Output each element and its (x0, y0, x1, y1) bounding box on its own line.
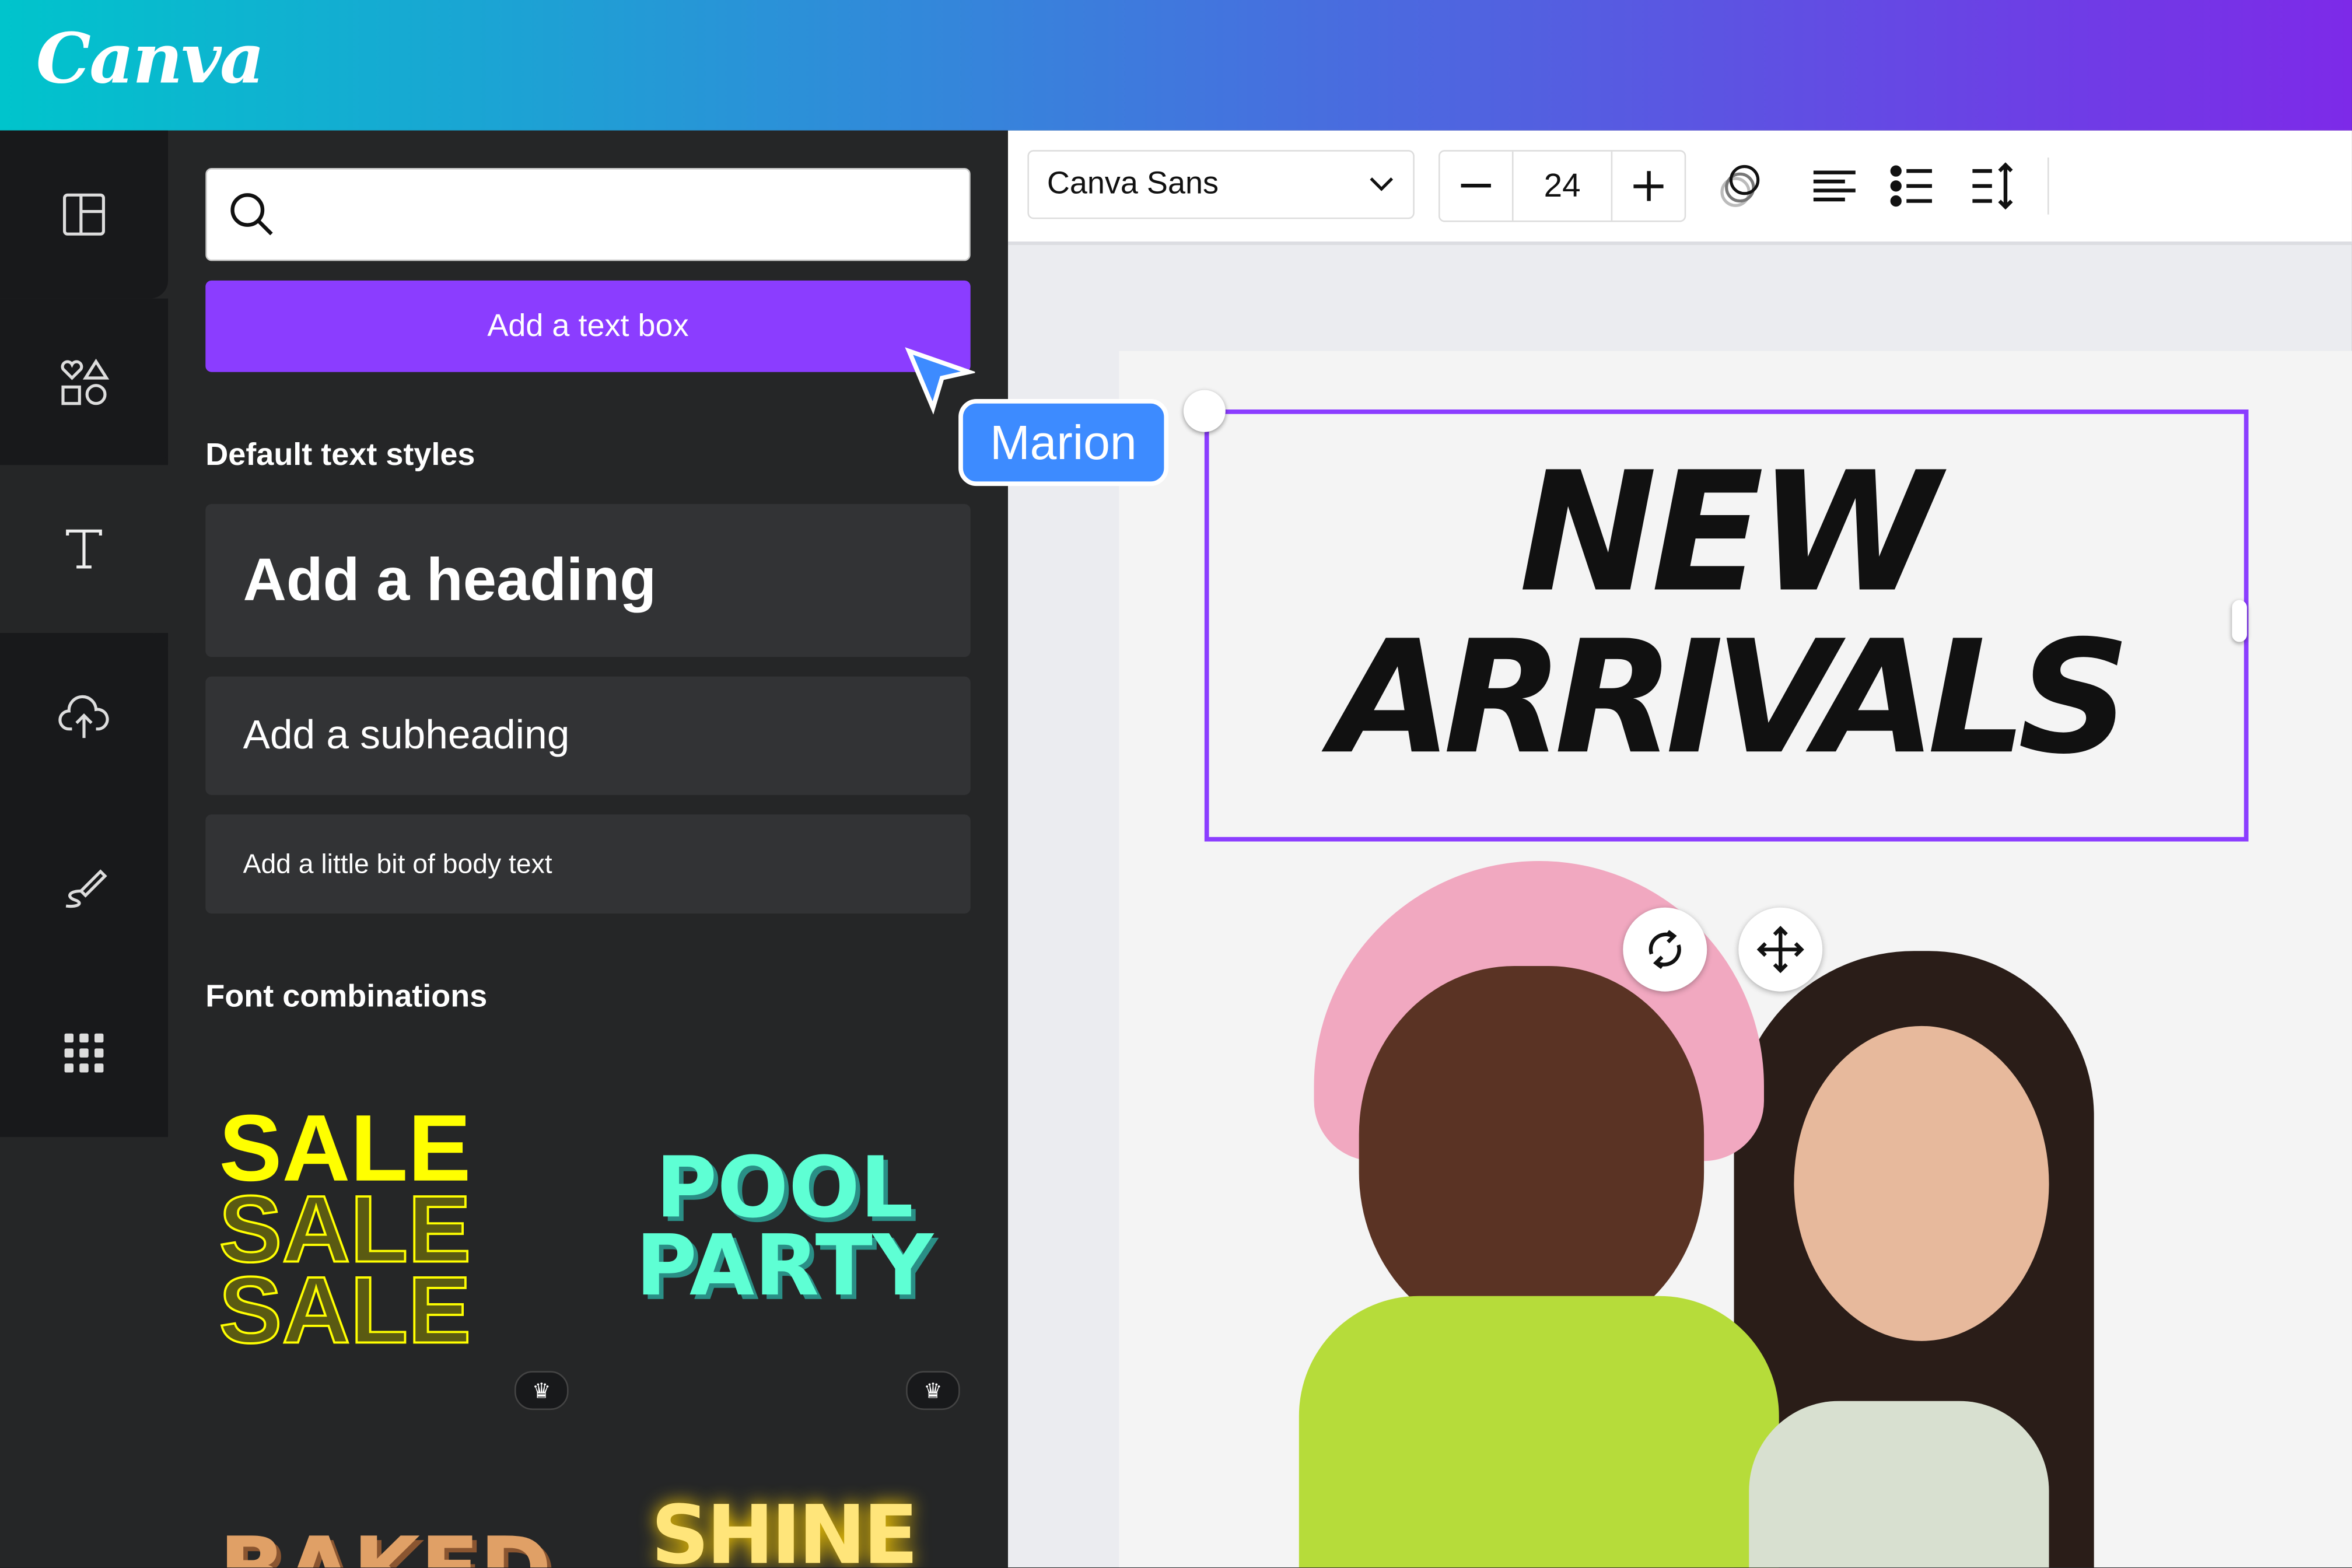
text-panel: Add a text box Default text styles Add a… (167, 130, 1008, 1568)
apps-grid-icon (64, 1033, 104, 1073)
align-left-icon[interactable] (1809, 160, 1860, 211)
canva-logo[interactable]: Canva (36, 18, 265, 99)
search-input[interactable] (205, 167, 971, 261)
text-icon (66, 529, 102, 569)
rail-item-apps[interactable] (0, 969, 168, 1138)
font-combinations-heading: Font combinations (205, 979, 488, 1014)
add-subheading-button[interactable]: Add a subheading (205, 676, 971, 795)
upload-cloud-icon (58, 695, 109, 738)
font-family-dropdown[interactable]: Canva Sans (1027, 150, 1415, 219)
photo-people[interactable] (1298, 860, 2139, 1568)
layout-icon (62, 193, 105, 236)
photo-man-face (1359, 965, 1704, 1341)
rotate-icon (1648, 930, 1681, 970)
resize-handle-top-left[interactable] (1183, 390, 1226, 432)
draw-icon (65, 869, 107, 908)
line-spacing-icon[interactable] (1968, 160, 2019, 211)
font-size-stepper: 24 (1438, 150, 1686, 222)
photo-woman-shirt (1749, 1401, 2049, 1568)
font-combo-baked[interactable]: BAKED (219, 1518, 551, 1567)
plus-icon (1633, 171, 1664, 201)
rail-item-elements[interactable] (0, 298, 168, 467)
headline-line-2: ARRIVALS (1331, 606, 2130, 789)
add-body-text-button[interactable]: Add a little bit of body text (205, 814, 971, 914)
premium-crown-icon: ♛ (514, 1371, 569, 1410)
elements-icon (61, 358, 110, 405)
font-combo-shine[interactable]: SHINE (651, 1488, 918, 1567)
headline-line-1: NEW (1519, 436, 1940, 629)
collaborator-name-tag: Marion (958, 398, 1168, 487)
font-combo-sale[interactable]: SALE SALE SALE (218, 1102, 573, 1364)
increase-font-size-button[interactable] (1612, 152, 1684, 220)
top-bar: Canva (0, 0, 2352, 131)
add-text-box-button[interactable]: Add a text box (205, 280, 971, 372)
text-color-icon[interactable] (1716, 160, 1767, 211)
premium-crown-icon: ♛ (906, 1371, 960, 1410)
rail-item-design[interactable] (0, 130, 168, 299)
rail-item-draw[interactable] (0, 801, 168, 970)
toolbar-divider (2047, 157, 2049, 215)
minus-icon (1461, 183, 1491, 188)
font-family-value: Canva Sans (1046, 166, 1219, 201)
move-icon (1756, 926, 1804, 974)
search-icon (230, 193, 273, 236)
chevron-down-icon (1370, 177, 1394, 191)
default-text-styles-heading: Default text styles (205, 438, 475, 473)
bulleted-list-icon[interactable] (1888, 160, 1939, 211)
photo-man-shirt (1298, 1296, 1779, 1568)
search-field[interactable] (290, 184, 942, 245)
move-button[interactable] (1738, 907, 1823, 992)
text-toolbar: Canva Sans 24 (1007, 130, 2352, 245)
rail-item-uploads[interactable] (0, 633, 168, 802)
photo-woman-face (1794, 1026, 2049, 1341)
font-combo-pool-party[interactable]: POOL PARTY (612, 1140, 957, 1316)
font-size-input[interactable]: 24 (1514, 151, 1613, 220)
rotate-button[interactable] (1623, 907, 1707, 992)
headline-text[interactable]: NEW ARRIVALS (1205, 450, 2249, 780)
decrease-font-size-button[interactable] (1440, 151, 1514, 220)
add-heading-button[interactable]: Add a heading (205, 503, 971, 657)
rail-item-text[interactable] (0, 465, 168, 634)
combo-line: PARTY (635, 1217, 934, 1316)
combo-line-outline: SALE (218, 1258, 472, 1364)
combo-line: POOL (655, 1140, 914, 1238)
